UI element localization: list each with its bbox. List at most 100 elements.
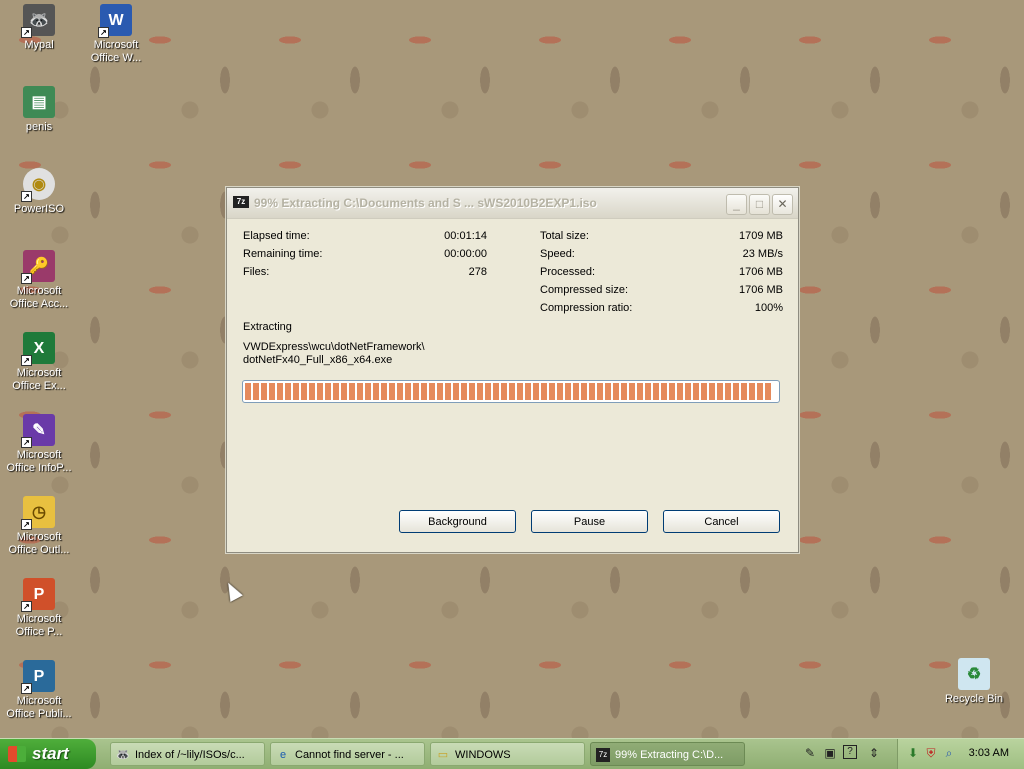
network-icon[interactable]: ⬇ <box>906 746 920 760</box>
stat-label: Compression ratio: <box>540 302 633 314</box>
stat-value: 00:01:14 <box>444 230 487 242</box>
stat-value: 1709 MB <box>738 230 783 242</box>
desktop-icon-mypal[interactable]: 🦝 ↗ Mypal <box>1 4 77 52</box>
extraction-progress-bar <box>242 380 780 403</box>
windows-logo-icon <box>8 746 26 762</box>
image-file-icon: ▤ <box>23 86 55 118</box>
system-tray: ⬇ ⛨ ⌕ 3:03 AM <box>897 739 1024 769</box>
stat-value: 1706 MB <box>738 266 783 278</box>
task-label: WINDOWS <box>455 749 511 761</box>
search-icon[interactable]: ⌕ <box>942 746 956 760</box>
desktop-icon-label: Microsoft Office InfoP... <box>6 449 72 474</box>
dialog-titlebar[interactable]: 7z 99% Extracting C:\Documents and S ...… <box>227 188 798 219</box>
stat-row-remaining: Remaining time: 00:00:00 <box>243 248 487 266</box>
desktop-icon-label: Microsoft Office Publi... <box>6 695 72 720</box>
desktop-icon-powerpoint[interactable]: P ↗ Microsoft Office P... <box>1 578 77 639</box>
desktop-icon-label: PowerISO <box>13 203 65 215</box>
ie-icon: e <box>279 749 287 761</box>
desktop-icon-penis[interactable]: ▤ penis <box>1 86 77 134</box>
task-label: 99% Extracting C:\D... <box>615 749 724 761</box>
stat-row-total-size: Total size: 1709 MB <box>540 230 783 248</box>
stat-row-speed: Speed: 23 MB/s <box>540 248 783 266</box>
stat-label: Elapsed time: <box>243 230 310 242</box>
clock: 3:03 AM <box>968 747 1009 759</box>
publisher-icon: P ↗ <box>21 660 55 694</box>
taskbar: start 🦝 Index of /~lily/ISOs/c... e Cann… <box>0 738 1024 769</box>
desktop-icon-label: Microsoft Office Acc... <box>9 285 69 310</box>
mouse-cursor <box>222 579 243 602</box>
current-file-path: VWDExpress\wcu\dotNetFramework\ dotNetFx… <box>243 341 563 367</box>
powerpoint-icon: P ↗ <box>21 578 55 612</box>
stat-value: 278 <box>468 266 487 278</box>
stat-label: Remaining time: <box>243 248 323 260</box>
cancel-button[interactable]: Cancel <box>663 510 780 533</box>
stat-row-elapsed: Elapsed time: 00:01:14 <box>243 230 487 248</box>
monitor-icon[interactable]: ▣ <box>822 745 838 761</box>
stat-label: Total size: <box>540 230 589 242</box>
dialog-title: 99% Extracting C:\Documents and S ... sW… <box>254 196 597 210</box>
stat-label: Processed: <box>540 266 596 278</box>
extract-progress-dialog: 7z 99% Extracting C:\Documents and S ...… <box>226 187 799 553</box>
desktop-icon-word[interactable]: W ↗ Microsoft Office W... <box>78 4 154 65</box>
task-label: Cannot find server - ... <box>295 749 404 761</box>
stat-label: Files: <box>243 266 270 278</box>
task-label: Index of /~lily/ISOs/c... <box>135 749 245 761</box>
desktop-icon-recycle-bin[interactable]: ♻ Recycle Bin <box>936 658 1012 706</box>
desktop-icon-excel[interactable]: X ↗ Microsoft Office Ex... <box>1 332 77 393</box>
desktop-icon-label: Microsoft Office Ex... <box>12 367 66 392</box>
stat-value: 23 MB/s <box>742 248 783 260</box>
desktop-icon-poweriso[interactable]: ◉ ↗ PowerISO <box>1 168 77 216</box>
extracting-label: Extracting <box>243 321 292 333</box>
taskbar-button-ie[interactable]: e Cannot find server - ... <box>270 742 425 766</box>
size-stats: Total size: 1709 MB Speed: 23 MB/s Proce… <box>540 230 783 320</box>
7zip-icon: 7z <box>233 196 249 208</box>
stat-row-compressed-size: Compressed size: 1706 MB <box>540 284 783 302</box>
maximize-button[interactable]: □ <box>749 194 770 215</box>
desktop-icon-label: Microsoft Office W... <box>90 39 142 64</box>
desktop-icon-publisher[interactable]: P ↗ Microsoft Office Publi... <box>1 660 77 721</box>
desktop-icon-label: penis <box>25 121 53 133</box>
outlook-icon: ◷ ↗ <box>21 496 55 530</box>
taskbar-button-browser[interactable]: 🦝 Index of /~lily/ISOs/c... <box>110 742 265 766</box>
taskbar-button-7zip[interactable]: 7z 99% Extracting C:\D... <box>590 742 745 766</box>
stat-value: 00:00:00 <box>444 248 487 260</box>
security-icon[interactable]: ⛨ <box>924 746 938 760</box>
desktop-icon-outlook[interactable]: ◷ ↗ Microsoft Office Outl... <box>1 496 77 557</box>
recycle-bin-icon: ♻ <box>958 658 990 690</box>
desktop-icon-access[interactable]: 🔑 ↗ Microsoft Office Acc... <box>1 250 77 311</box>
infopath-icon: ✎ ↗ <box>21 414 55 448</box>
pause-button[interactable]: Pause <box>531 510 648 533</box>
current-file-path-line1: VWDExpress\wcu\dotNetFramework\ <box>243 341 425 353</box>
stat-row-files: Files: 278 <box>243 266 487 284</box>
stat-row-processed: Processed: 1706 MB <box>540 266 783 284</box>
help-icon[interactable]: ? <box>843 745 857 759</box>
start-label: start <box>32 744 69 763</box>
stat-value: 1706 MB <box>738 284 783 296</box>
start-button[interactable]: start <box>0 739 96 769</box>
raccoon-icon: 🦝 ↗ <box>21 4 55 38</box>
disc-icon: ◉ ↗ <box>21 168 55 202</box>
paint-brush-icon[interactable]: ✎ <box>802 745 818 761</box>
desktop-icon-label: Microsoft Office P... <box>15 613 63 638</box>
taskbar-button-windows-folder[interactable]: ▭ WINDOWS <box>430 742 585 766</box>
stat-label: Speed: <box>540 248 575 260</box>
stat-row-compression-ratio: Compression ratio: 100% <box>540 302 783 320</box>
7zip-icon: 7z <box>596 748 610 762</box>
current-file-path-line2: dotNetFx40_Full_x86_x64.exe <box>243 354 393 366</box>
access-icon: 🔑 ↗ <box>21 250 55 284</box>
minimize-button[interactable]: _ <box>726 194 747 215</box>
desktop-icon-label: Recycle Bin <box>944 693 1004 705</box>
raccoon-icon: 🦝 <box>116 749 130 761</box>
stat-value: 100% <box>754 302 783 314</box>
excel-icon: X ↗ <box>21 332 55 366</box>
close-button[interactable]: ✕ <box>772 194 793 215</box>
desktop-icon-label: Mypal <box>24 39 54 51</box>
time-stats: Elapsed time: 00:01:14 Remaining time: 0… <box>243 230 487 284</box>
desktop-icon-label: Microsoft Office Outl... <box>8 531 70 556</box>
stat-label: Compressed size: <box>540 284 629 296</box>
folder-icon: ▭ <box>437 749 449 761</box>
show-more-icon[interactable]: ⇕ <box>866 745 882 761</box>
desktop-icon-infopath[interactable]: ✎ ↗ Microsoft Office InfoP... <box>1 414 77 475</box>
word-icon: W ↗ <box>98 4 132 38</box>
background-button[interactable]: Background <box>399 510 516 533</box>
